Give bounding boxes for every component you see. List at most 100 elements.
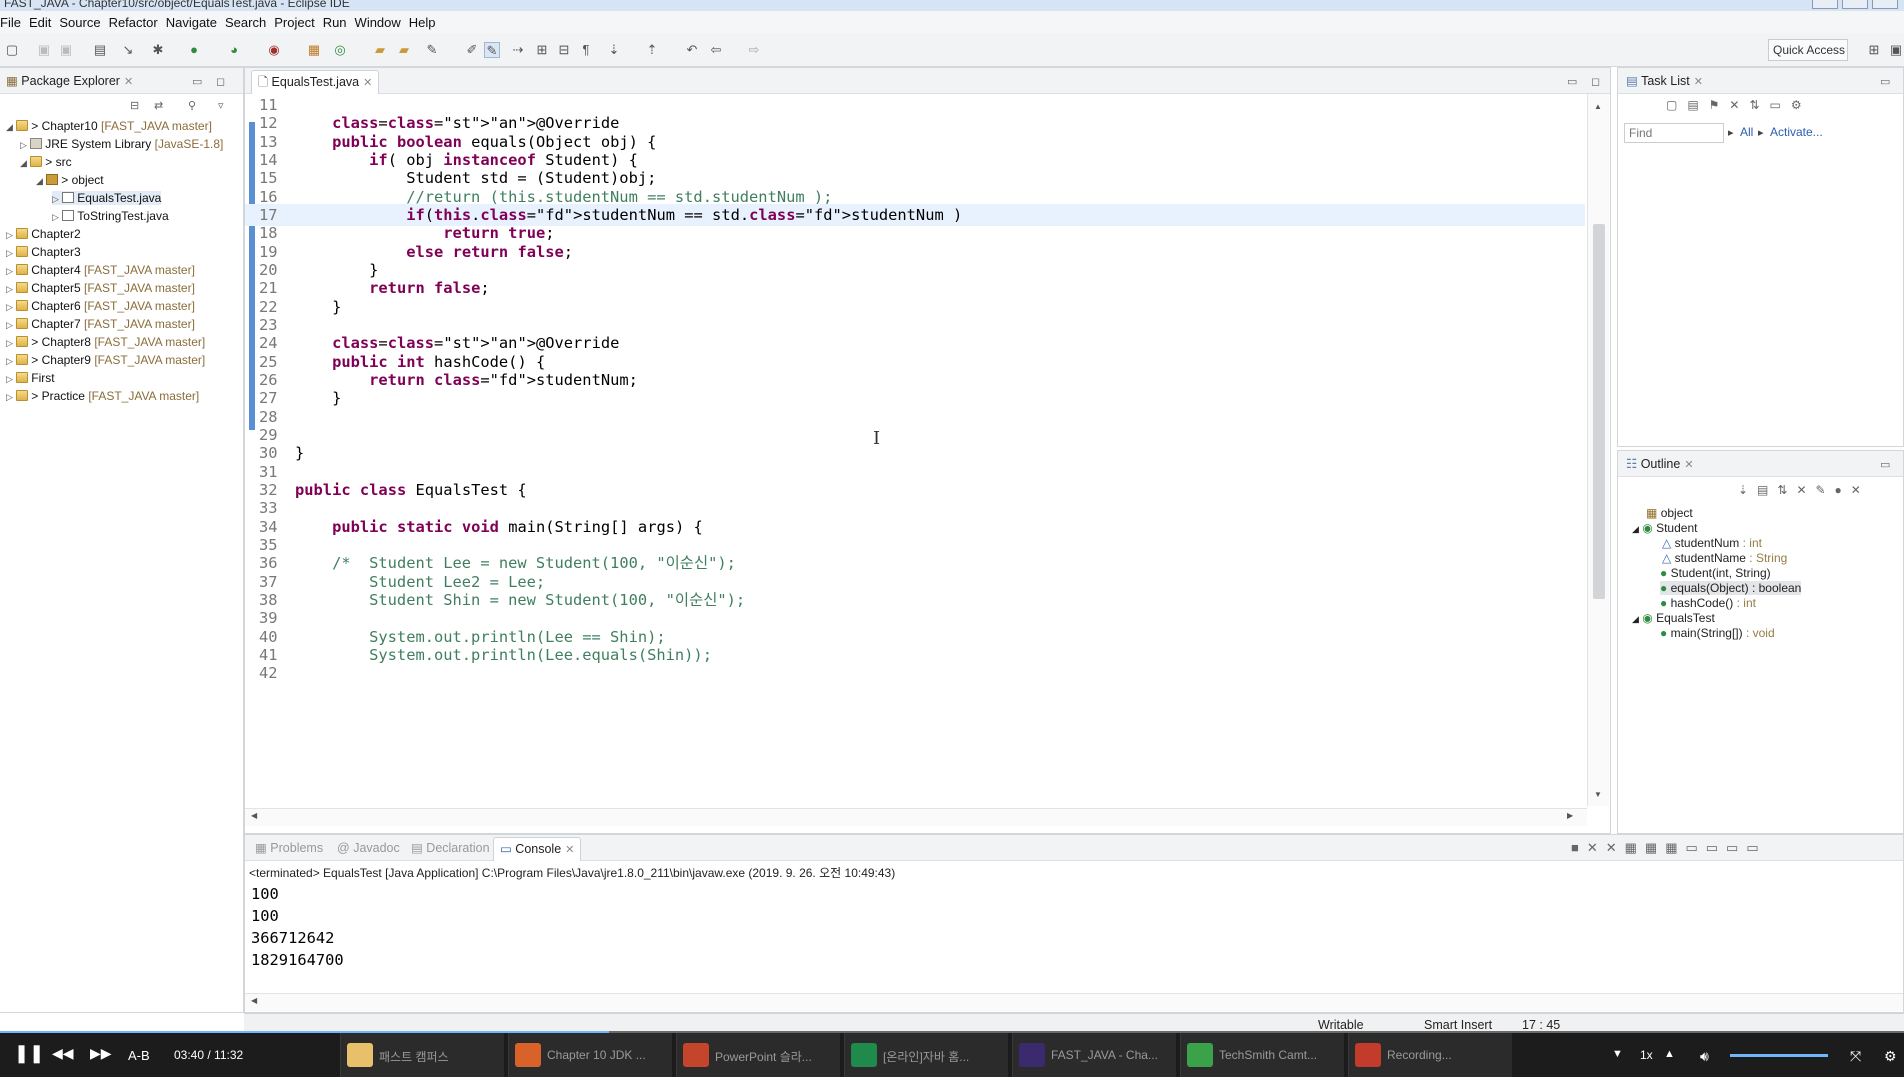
tree-item-first[interactable]: ▷ First	[6, 371, 55, 385]
maximize-icon[interactable]: ◻	[216, 75, 225, 88]
tab-javadoc[interactable]: @ Javadoc	[331, 837, 406, 861]
menu-search[interactable]: Search	[225, 15, 274, 30]
mark-occurrences-icon[interactable]: ✎	[484, 42, 500, 58]
tree-item-chapter7[interactable]: ▷ Chapter7 [FAST_JAVA master]	[6, 317, 195, 331]
rewind-icon[interactable]: ◀◀	[52, 1045, 74, 1062]
close-icon[interactable]: ✕	[1694, 76, 1703, 88]
java-perspective-icon[interactable]: ▣	[1888, 42, 1904, 58]
outline-toolbar[interactable]: ⇣▤⇅✕✎●✕	[1738, 483, 1870, 497]
task-find-input[interactable]: Find	[1624, 123, 1724, 143]
menu-window[interactable]: Window	[355, 15, 409, 30]
close-icon[interactable]: ✕	[124, 76, 133, 88]
collapsed-arrow-icon[interactable]: ▷	[6, 284, 13, 294]
back-icon[interactable]: ⇦	[708, 42, 724, 58]
expanded-arrow-icon[interactable]: ◢	[1632, 614, 1639, 624]
volume-icon[interactable]: 🔊︎	[1700, 1048, 1709, 1065]
minimize-icon[interactable]: ▭	[192, 75, 202, 88]
taskbar-item[interactable]: [온라인]자바 홈...	[844, 1033, 1008, 1077]
word-wrap-icon[interactable]: ⊞	[534, 42, 550, 58]
console-horizontal-scrollbar[interactable]: ◀	[245, 993, 1903, 1011]
open-perspective-icon[interactable]: ⊞	[1866, 42, 1882, 58]
menu-run[interactable]: Run	[323, 15, 355, 30]
tab-console[interactable]: ▭ Console ✕	[493, 837, 582, 861]
outline-item-studentname[interactable]: △ studentName : String	[1662, 551, 1787, 565]
new-java-project-icon[interactable]: ▦	[306, 42, 322, 58]
outline-item-equalstest[interactable]: ◢ ◉ EqualsTest	[1632, 611, 1715, 625]
save-icon[interactable]: ▣	[36, 42, 52, 58]
coverage-icon[interactable]: ◕	[226, 42, 242, 58]
close-icon[interactable]: ✕	[1684, 459, 1693, 471]
tree-item-equalstest[interactable]: ▷ EqualsTest.java	[52, 191, 162, 205]
code-area[interactable]: 11 12 class=class="st">"an">@Override 13 p…	[245, 94, 1585, 806]
collapsed-arrow-icon[interactable]: ▷	[52, 212, 59, 222]
tree-item-src[interactable]: ◢ > src	[20, 155, 72, 169]
outline-item-student[interactable]: ◢ ◉ Student	[1632, 521, 1697, 535]
expanded-arrow-icon[interactable]: ◢	[20, 158, 27, 168]
collapsed-arrow-icon[interactable]: ▷	[6, 338, 13, 348]
pause-icon[interactable]: ❚❚	[14, 1043, 44, 1064]
scroll-right-icon[interactable]: ▶	[1567, 811, 1573, 820]
tree-item-chapter5[interactable]: ▷ Chapter5 [FAST_JAVA master]	[6, 281, 195, 295]
horizontal-scrollbar[interactable]: ◀ ▶	[245, 808, 1587, 826]
annotation-icon[interactable]: ✐	[464, 42, 480, 58]
scroll-up-icon[interactable]: ▲	[1594, 102, 1602, 111]
expanded-arrow-icon[interactable]: ◢	[1632, 524, 1639, 534]
scroll-left-icon[interactable]: ◀	[251, 996, 257, 1005]
forward-icon[interactable]: ⇨	[746, 42, 762, 58]
collapsed-arrow-icon[interactable]: ▷	[6, 392, 13, 402]
minimize-button[interactable]	[1812, 0, 1838, 9]
collapsed-arrow-icon[interactable]: ▷	[6, 320, 13, 330]
tree-item-chapter4[interactable]: ▷ Chapter4 [FAST_JAVA master]	[6, 263, 195, 277]
collapsed-arrow-icon[interactable]: ▷	[6, 230, 13, 240]
tree-item-jre[interactable]: ▷ JRE System Library [JavaSE-1.8]	[20, 137, 223, 151]
collapsed-arrow-icon[interactable]: ▷	[6, 302, 13, 312]
task-list-toolbar[interactable]: ▢▤⚑✕⇅▭⚙	[1666, 98, 1812, 112]
pilcrow-icon[interactable]: ¶	[578, 42, 594, 58]
external-tools-icon[interactable]: ◉	[266, 42, 282, 58]
tree-item-tostringtest[interactable]: ▷ ToStringTest.java	[52, 209, 169, 223]
fullscreen-icon[interactable]: ⤧	[1850, 1048, 1861, 1065]
collapsed-arrow-icon[interactable]: ▷	[6, 266, 13, 276]
collapsed-arrow-icon[interactable]: ▷	[6, 248, 13, 258]
collapsed-arrow-icon[interactable]: ▷	[20, 140, 27, 150]
next-annotation-icon[interactable]: ⇣	[606, 42, 622, 58]
new-class-icon[interactable]: ◎	[332, 42, 348, 58]
view-menu-icon[interactable]: ▿	[218, 99, 224, 112]
dropdown-icon[interactable]: ▼	[1612, 1048, 1623, 1060]
scrollbar-thumb[interactable]	[1593, 224, 1605, 599]
ab-repeat-button[interactable]: A-B	[128, 1048, 150, 1063]
minimize-icon[interactable]: ▭	[1880, 75, 1890, 88]
task-activate-link[interactable]: Activate...	[1770, 125, 1823, 139]
run-icon[interactable]: ●	[186, 42, 202, 58]
maximize-button[interactable]	[1842, 0, 1868, 9]
taskbar-item[interactable]: PowerPoint 슬라...	[676, 1033, 840, 1077]
tab-equalstest[interactable]: 🗋 EqualsTest.java ✕	[251, 70, 380, 94]
menu-help[interactable]: Help	[409, 15, 444, 30]
tree-item-practice[interactable]: ▷ > Practice [FAST_JAVA master]	[6, 389, 199, 403]
scroll-left-icon[interactable]: ◀	[251, 811, 257, 820]
search-icon[interactable]: ✎	[424, 42, 440, 58]
menu-project[interactable]: Project	[274, 15, 322, 30]
tree-item-chapter2[interactable]: ▷ Chapter2	[6, 227, 81, 241]
code-line[interactable]: 42	[245, 662, 1585, 684]
open-folder-icon[interactable]: ▰	[396, 42, 412, 58]
tab-outline[interactable]: ☷ Outline ✕	[1620, 453, 1700, 477]
close-icon[interactable]: ✕	[363, 77, 372, 89]
new-icon[interactable]: ▢	[4, 42, 20, 58]
link-with-editor-icon[interactable]: ⇄	[154, 99, 163, 112]
taskbar-item[interactable]: Recording...	[1348, 1033, 1512, 1077]
outline-item-main[interactable]: ● main(String[]) : void	[1660, 626, 1775, 640]
settings-icon[interactable]: ⚙	[1884, 1048, 1897, 1065]
filter-icon[interactable]: ⚲	[188, 99, 196, 112]
speed-button[interactable]: 1x	[1640, 1048, 1653, 1062]
menu-edit[interactable]: Edit	[29, 15, 59, 30]
open-type-icon[interactable]: ▰	[372, 42, 388, 58]
close-icon[interactable]: ✕	[565, 844, 574, 856]
skip-breakpoints-icon[interactable]: ↘	[120, 42, 136, 58]
minimize-icon[interactable]: ▭	[1567, 75, 1577, 88]
tab-problems[interactable]: ▦ Problems	[249, 837, 329, 861]
expanded-arrow-icon[interactable]: ◢	[36, 176, 43, 186]
menu-file[interactable]: File	[0, 15, 29, 30]
tree-item-object[interactable]: ◢ > object	[36, 173, 104, 187]
outline-item-equals[interactable]: ● equals(Object) : boolean	[1660, 581, 1802, 595]
